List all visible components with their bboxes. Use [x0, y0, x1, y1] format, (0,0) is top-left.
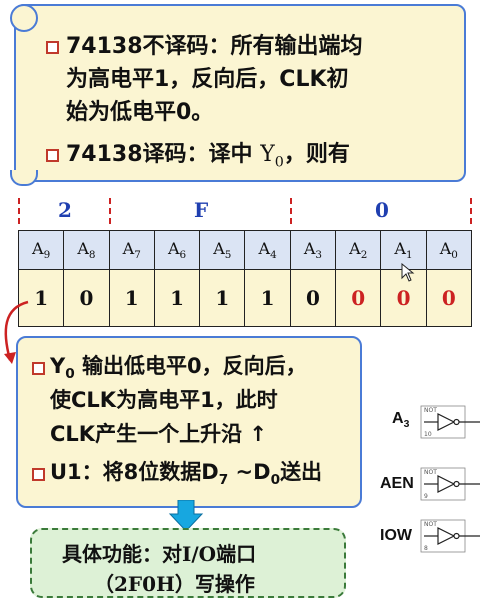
- bullet-icon: [32, 468, 45, 481]
- bit-header: A7: [108, 230, 155, 270]
- hex-divider: [470, 198, 472, 224]
- y-subscript: 0: [65, 366, 75, 383]
- gate-small-bottom: 9: [424, 493, 428, 500]
- hex-digit-f: F: [194, 198, 209, 222]
- gate-small-bottom: 8: [424, 545, 428, 552]
- y-subscript: 0: [274, 154, 284, 171]
- bit-value: 0: [289, 269, 337, 327]
- bottom-line-2: 使CLK为高电平1，此时: [50, 388, 278, 412]
- mouse-pointer-icon: [401, 263, 415, 282]
- u1-suffix: 送出: [280, 460, 323, 484]
- y-letter: Y: [50, 354, 66, 378]
- bit-header: A9: [17, 230, 65, 270]
- hex-divider: [290, 198, 292, 224]
- bit-header: A0: [425, 230, 473, 270]
- bottom-line-1: Y0 输出低电平0，反向后，: [50, 350, 307, 382]
- function-line-1: 具体功能：对I/O端口: [62, 542, 257, 566]
- bullet-icon: [46, 149, 59, 162]
- bit-header: A5: [199, 230, 246, 270]
- top-line-4-suffix: ，则有: [283, 142, 350, 167]
- not-gate-icon: NOT 9: [420, 467, 480, 501]
- u1-prefix: U1：将8位数据D: [50, 460, 219, 484]
- bit-value: 1: [153, 269, 201, 327]
- top-line-3: 始为低电平0。: [66, 100, 214, 125]
- bit-value: 0: [63, 269, 110, 327]
- y0-symbol: Y0: [260, 142, 284, 171]
- gate-label-iow: IOW: [380, 527, 412, 544]
- not-gate-icon: NOT 10: [420, 405, 480, 439]
- function-box: 具体功能：对I/O端口 （2F0H）写操作: [30, 528, 346, 598]
- d0-subscript: 0: [270, 472, 281, 489]
- bottom-line-1-rest: 输出低电平0，反向后，: [74, 354, 307, 378]
- bottom-line-3: CLK产生一个上升沿 ↑: [50, 422, 267, 446]
- gate-label-aen: AEN: [380, 475, 414, 492]
- gate-small-top: NOT: [424, 469, 437, 476]
- hex-digit-row: 2 F 0: [18, 198, 472, 230]
- bullet-icon: [46, 41, 59, 54]
- gate-label-a3: A3: [392, 410, 410, 431]
- function-line-2: （2F0H）写操作: [94, 572, 255, 596]
- bit-value: 0: [335, 269, 382, 327]
- bit-header: A2: [335, 230, 382, 270]
- bullet-icon: [32, 362, 45, 375]
- top-line-2: 为高电平1，反向后，CLK初: [66, 67, 349, 92]
- top-line-4: 74138译码：译中 Y0，则有: [66, 136, 350, 170]
- bit-value: 1: [108, 269, 155, 327]
- hex-digit-0: 0: [375, 198, 389, 222]
- gate-small-top: NOT: [424, 521, 437, 528]
- bit-header: A8: [63, 230, 110, 270]
- hex-digit-2: 2: [58, 198, 72, 222]
- top-line-4-prefix: 74138译码：译中: [66, 142, 261, 167]
- hex-divider: [18, 198, 20, 224]
- bit-header: A3: [289, 230, 337, 270]
- not-gate-icon: NOT 8: [420, 519, 480, 553]
- top-line-1: 74138不译码：所有输出端均: [66, 34, 363, 59]
- hex-divider: [109, 198, 111, 224]
- bit-value: 1: [199, 269, 246, 327]
- bit-value: 0: [425, 269, 473, 327]
- bit-value: 1: [244, 269, 291, 327]
- gate-small-bottom: 10: [424, 431, 432, 438]
- top-callout: 74138不译码：所有输出端均 为高电平1，反向后，CLK初 始为低电平0。 7…: [10, 4, 466, 186]
- u1-mid: ~D: [228, 460, 271, 484]
- d7-subscript: 7: [218, 472, 229, 489]
- bit-header: A4: [244, 230, 291, 270]
- bit-header: A6: [153, 230, 201, 270]
- bottom-line-4: U1：将8位数据D7 ~D0送出: [50, 456, 322, 488]
- y-letter: Y: [260, 142, 275, 167]
- gate-small-top: NOT: [424, 407, 437, 414]
- bottom-callout: Y0 输出低电平0，反向后， 使CLK为高电平1，此时 CLK产生一个上升沿 ↑…: [16, 336, 362, 508]
